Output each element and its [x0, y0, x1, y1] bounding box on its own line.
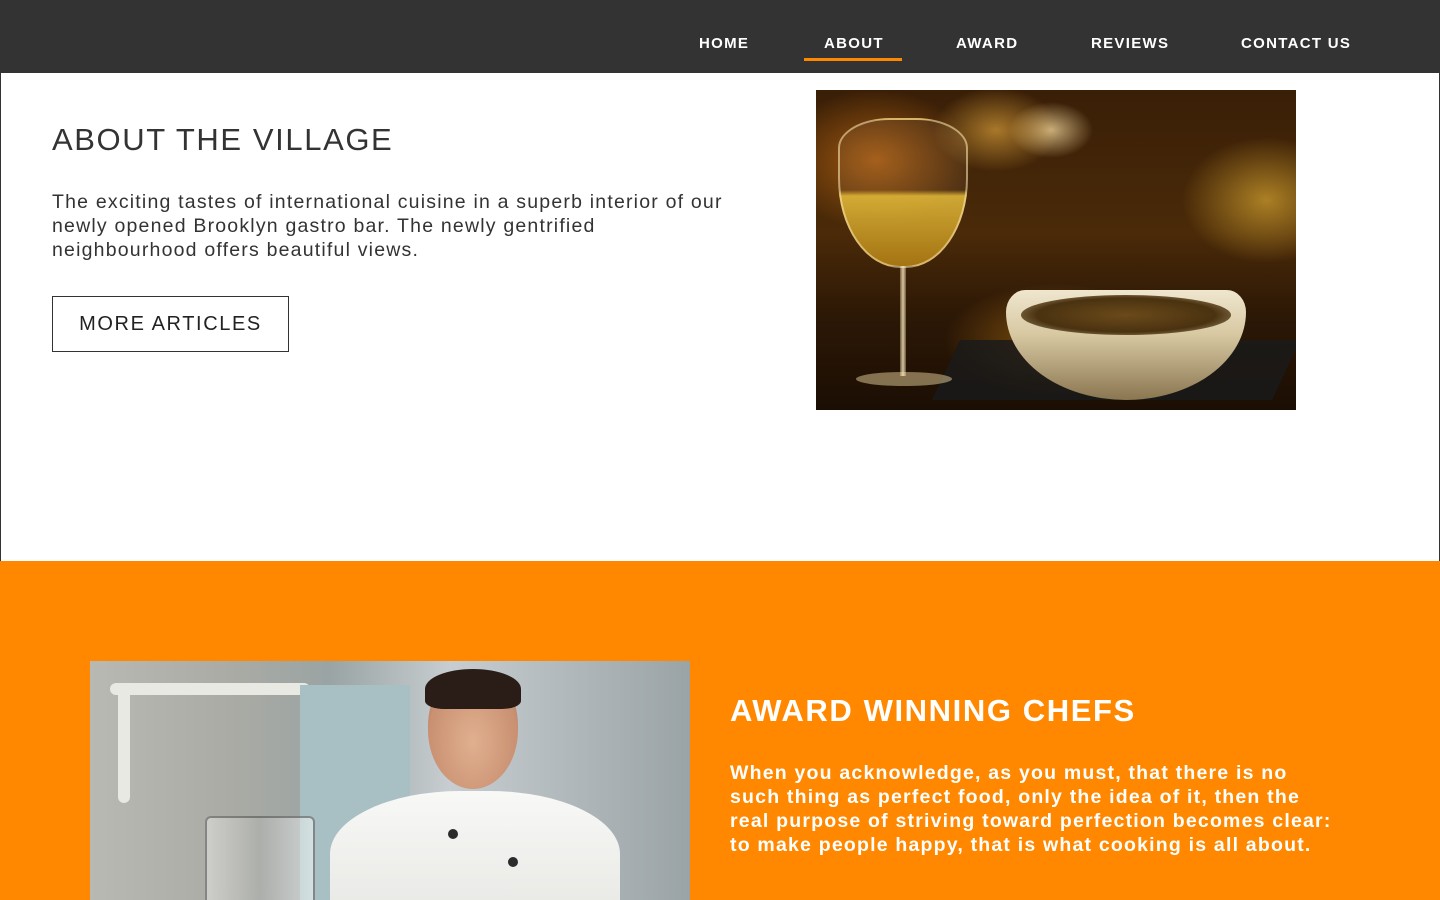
photo-wine-glass-foot	[856, 372, 952, 386]
more-articles-button[interactable]: MORE ARTICLES	[52, 296, 289, 352]
nav-item-reviews[interactable]: REVIEWS	[1091, 34, 1169, 54]
photo-blender	[205, 816, 315, 900]
photo-bowl-food	[1021, 295, 1231, 335]
nav-item-contact-us[interactable]: CONTACT US	[1241, 34, 1351, 54]
page: HOME ABOUT AWARD REVIEWS CONTACT US ABOU…	[0, 0, 1440, 900]
active-nav-indicator	[804, 58, 902, 61]
chef-photo	[90, 661, 690, 900]
nav-item-about[interactable]: ABOUT	[824, 34, 884, 54]
award-title: AWARD WINNING CHEFS	[730, 693, 1136, 728]
photo-jacket-button	[508, 857, 518, 867]
award-description: When you acknowledge, as you must, that …	[730, 762, 1332, 856]
photo-chef-hair	[425, 669, 521, 709]
photo-wine-glass	[838, 118, 968, 268]
photo-wall-pipe	[110, 683, 310, 695]
about-description: The exciting tastes of international cui…	[52, 191, 723, 261]
award-section: AWARD WINNING CHEFS When you acknowledge…	[0, 561, 1440, 900]
wine-glass-photo	[816, 90, 1296, 410]
nav-item-home[interactable]: HOME	[699, 34, 749, 54]
photo-wall-pipe-vertical	[118, 683, 130, 803]
photo-jacket-button	[448, 829, 458, 839]
photo-wine-glass-stem	[900, 266, 906, 376]
nav-item-award[interactable]: AWARD	[956, 34, 1018, 54]
photo-chef-jacket	[330, 791, 620, 900]
top-navbar: HOME ABOUT AWARD REVIEWS CONTACT US	[0, 0, 1440, 73]
about-title: ABOUT THE VILLAGE	[52, 122, 394, 157]
about-section: ABOUT THE VILLAGE The exciting tastes of…	[0, 73, 1440, 561]
